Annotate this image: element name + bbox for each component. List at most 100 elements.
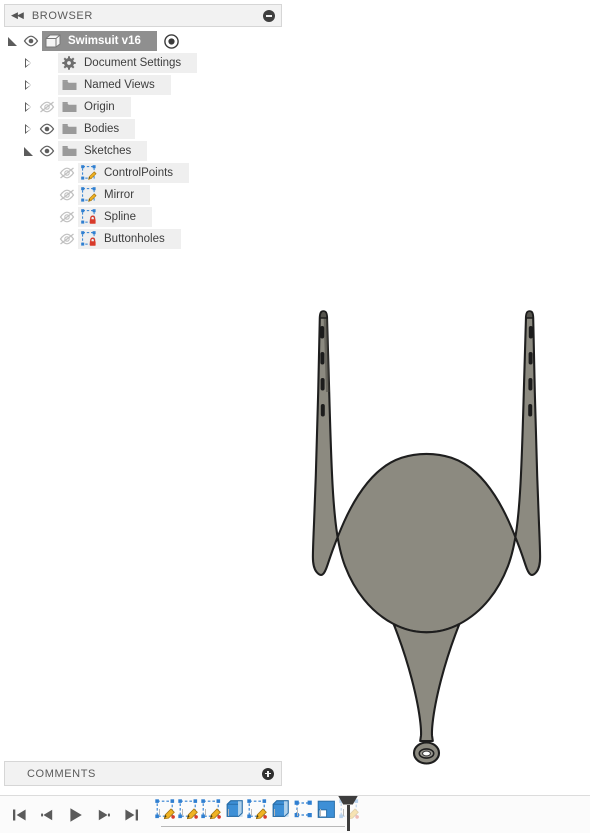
tree-row: Buttonholes: [40, 228, 282, 250]
timeline-playback-controls: [0, 807, 139, 823]
tree-node-sketches[interactable]: Sketches: [58, 140, 148, 162]
tree-node-buttonholes[interactable]: Buttonholes: [78, 229, 181, 249]
timeline-tick: [320, 808, 321, 816]
tree-row: Document Settings: [20, 52, 282, 74]
eye-hidden-icon[interactable]: [56, 206, 78, 228]
timeline-tick: [228, 808, 229, 816]
timeline-tick: [205, 808, 206, 816]
expander-collapse-icon[interactable]: [20, 140, 36, 162]
timeline-tick: [159, 808, 160, 816]
visibility-placeholder: [36, 74, 58, 96]
swimsuit-body: [311, 310, 542, 765]
sketch-locked-icon: [78, 228, 100, 250]
timeline-feature-sketch-2[interactable]: [178, 798, 199, 820]
expander-placeholder: [40, 162, 56, 184]
tree-node-label: Buttonholes: [100, 229, 175, 249]
step-backward-button[interactable]: [40, 808, 55, 822]
timeline-feature-body-2[interactable]: [270, 799, 291, 820]
sketch-unlocked-icon: [78, 162, 100, 184]
tree-row: Swimsuit v16: [4, 30, 282, 52]
timeline-track: [161, 825, 345, 827]
tree-node-bodies[interactable]: Bodies: [58, 118, 136, 140]
tree-node-label: Origin: [80, 97, 125, 117]
tree-node-mirror[interactable]: Mirror: [78, 184, 151, 206]
tree-node-label: Swimsuit v16: [68, 34, 141, 47]
timeline-feature-list: [155, 795, 362, 834]
skip-to-end-button[interactable]: [124, 808, 139, 822]
comments-title: COMMENTS: [27, 767, 96, 780]
browser-tree: Swimsuit v16 Document Settings Named Views…: [4, 30, 282, 250]
timeline-tick: [297, 808, 298, 816]
expander-placeholder: [40, 228, 56, 250]
tree-node-label: Bodies: [80, 119, 130, 139]
gear-icon: [58, 52, 80, 74]
activate-target-icon[interactable]: [161, 30, 183, 52]
timeline-feature-sketch-3[interactable]: [201, 798, 222, 820]
tree-node-label: ControlPoints: [100, 163, 184, 183]
timeline-tick: [343, 808, 344, 816]
expander-placeholder: [40, 206, 56, 228]
double-left-chevron-icon[interactable]: ◀◀: [11, 11, 24, 20]
eye-hidden-icon[interactable]: [56, 184, 78, 206]
eye-visible-icon[interactable]: [36, 118, 58, 140]
expander-expand-icon[interactable]: [20, 52, 36, 74]
browser-panel: ◀◀ BROWSER Swimsuit v16 Document Settings…: [4, 4, 282, 250]
browser-header: ◀◀ BROWSER: [4, 4, 282, 27]
eyelet-hole-inner: [421, 750, 432, 757]
visibility-placeholder: [36, 52, 58, 74]
eye-hidden-icon[interactable]: [36, 96, 58, 118]
play-button[interactable]: [68, 807, 83, 823]
timeline-tick: [251, 808, 252, 816]
tree-node-label: Sketches: [80, 141, 142, 161]
folder-icon: [58, 74, 80, 96]
tree-node-label: Document Settings: [80, 53, 192, 73]
folder-icon: [58, 96, 80, 118]
expander-expand-icon[interactable]: [20, 96, 36, 118]
tree-node-origin[interactable]: Origin: [58, 97, 131, 117]
expander-placeholder: [40, 184, 56, 206]
minimize-dot-icon[interactable]: [263, 9, 275, 22]
tree-node-swimsuit-v16[interactable]: Swimsuit v16: [42, 31, 157, 51]
step-forward-button[interactable]: [96, 808, 111, 822]
tree-row: Named Views: [20, 74, 282, 96]
browser-title: BROWSER: [31, 9, 93, 22]
tree-node-document-settings[interactable]: Document Settings: [58, 52, 198, 74]
folder-icon: [58, 140, 80, 162]
folder-icon: [58, 118, 80, 140]
tree-row: Spline: [40, 206, 282, 228]
expander-expand-icon[interactable]: [20, 74, 36, 96]
eye-visible-icon[interactable]: [36, 140, 58, 162]
swimsuit-solid-outline: [311, 310, 542, 634]
timeline-feature-sketch-1[interactable]: [155, 798, 176, 820]
expander-expand-icon[interactable]: [20, 118, 36, 140]
tree-node-spline[interactable]: Spline: [78, 207, 152, 227]
timeline-tick: [182, 808, 183, 816]
tree-row: Origin: [20, 96, 282, 118]
timeline-feature-patch-1[interactable]: [316, 799, 337, 820]
eye-visible-icon[interactable]: [20, 30, 42, 52]
eye-hidden-icon[interactable]: [56, 162, 78, 184]
sketch-locked-icon: [78, 206, 100, 228]
timeline-feature-construction-1[interactable]: [293, 799, 314, 820]
tree-node-controlpoints[interactable]: ControlPoints: [78, 162, 190, 184]
timeline-feature-body-1[interactable]: [224, 799, 245, 820]
timeline-feature-sketch-4[interactable]: [247, 798, 268, 820]
expander-collapse-icon[interactable]: [4, 30, 20, 52]
skip-to-beginning-button[interactable]: [12, 808, 27, 822]
tree-node-label: Named Views: [80, 75, 165, 95]
tree-node-label: Spline: [100, 207, 146, 227]
eye-hidden-icon[interactable]: [56, 228, 78, 250]
tree-row: Bodies: [20, 118, 282, 140]
comments-bar[interactable]: COMMENTS: [4, 761, 282, 786]
timeline-tick: [274, 808, 275, 816]
sketch-unlocked-icon: [78, 184, 100, 206]
tree-row: Mirror: [40, 184, 282, 206]
tree-row: Sketches: [20, 140, 282, 162]
timeline-bar: [0, 795, 590, 833]
tree-row: ControlPoints: [40, 162, 282, 184]
timeline-feature-sketch-5[interactable]: [339, 798, 360, 820]
tree-node-named-views[interactable]: Named Views: [58, 75, 171, 95]
add-comment-plus-icon[interactable]: [262, 767, 274, 780]
viewport-canvas[interactable]: [282, 0, 590, 795]
left-strap-tip: [319, 310, 328, 319]
